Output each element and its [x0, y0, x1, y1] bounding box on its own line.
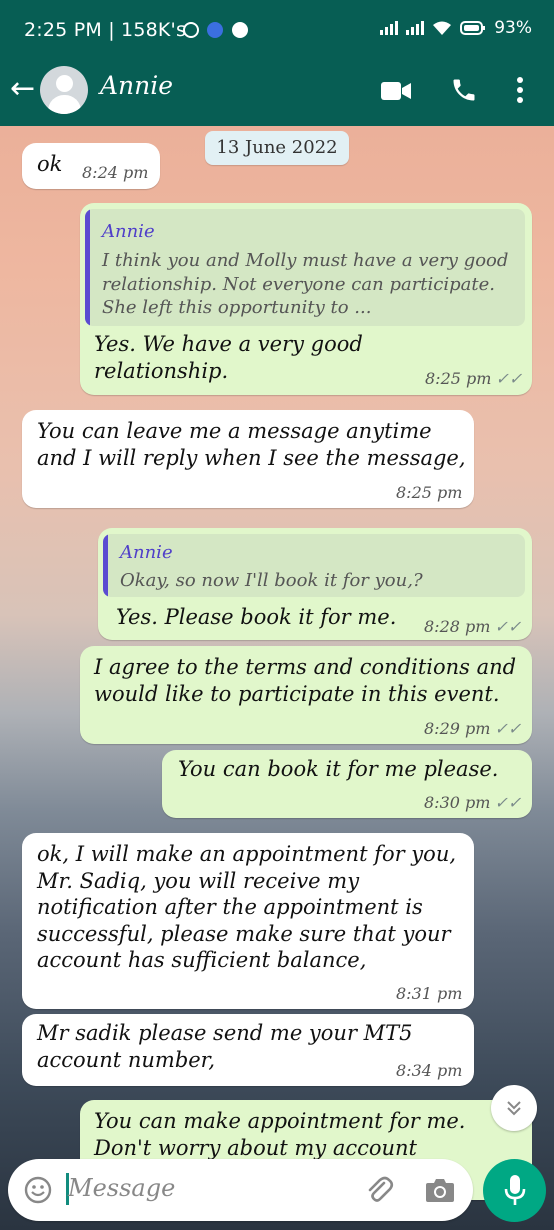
message-input[interactable]: Message [68, 1174, 175, 1202]
double-check-icon: ✓✓ [494, 719, 522, 738]
camera-icon[interactable] [425, 1176, 455, 1203]
status-bar: 2:25 PM | 158K's 93% [0, 0, 554, 62]
message-text: Mr sadik please send me your MT5 account… [37, 1021, 413, 1072]
wifi-icon [433, 21, 452, 35]
message-time: 8:25 pm [396, 483, 463, 502]
signal-icon [406, 21, 425, 35]
message-time: 8:28 pm ✓✓ [424, 617, 522, 636]
mic-icon [504, 1175, 526, 1205]
message-time: 8:30 pm ✓✓ [424, 793, 522, 812]
app-bar: ← Annie [0, 62, 554, 126]
scroll-to-bottom-button[interactable] [491, 1085, 537, 1131]
message-bubble-outgoing[interactable]: I agree to the terms and conditions and … [80, 646, 532, 744]
avatar[interactable] [40, 66, 88, 114]
messenger-icon [232, 22, 248, 38]
double-check-icon: ✓✓ [494, 617, 522, 636]
quoted-sender: Annie [120, 542, 173, 563]
message-text: Yes. Please book it for me. [116, 605, 397, 629]
double-check-icon: ✓✓ [494, 793, 522, 812]
contact-name[interactable]: Annie [100, 71, 173, 100]
message-composer[interactable]: Message [8, 1159, 473, 1221]
message-time: 8:29 pm ✓✓ [424, 719, 522, 738]
message-text: ok [37, 152, 63, 176]
quoted-message[interactable]: Annie Okay, so now I'll book it for you,… [103, 534, 525, 597]
emoji-icon[interactable] [24, 1176, 52, 1204]
message-time: 8:34 pm [396, 1061, 463, 1080]
mic-button[interactable] [483, 1159, 546, 1222]
phone-icon[interactable] [450, 76, 478, 104]
battery-icon [460, 21, 486, 35]
double-chevron-down-icon [507, 1101, 521, 1116]
message-time: 8:24 pm [82, 163, 149, 182]
quoted-text: I think you and Molly must have a very g… [102, 250, 509, 318]
message-time: 8:25 pm ✓✓ [425, 369, 523, 388]
message-icon [207, 22, 223, 38]
status-time: 2:25 PM | 158K's [24, 19, 187, 41]
message-bubble-outgoing[interactable]: Annie Okay, so now I'll book it for you,… [98, 528, 532, 640]
battery-level: 93% [494, 18, 532, 38]
message-bubble-outgoing[interactable]: You can book it for me please. 8:30 pm ✓✓ [162, 750, 532, 818]
message-text: You can make appointment for me. Don't w… [94, 1109, 466, 1160]
message-time: 8:31 pm [396, 984, 463, 1003]
more-vert-icon[interactable] [516, 76, 524, 104]
quoted-sender: Annie [102, 221, 155, 242]
message-text: You can book it for me please. [178, 757, 499, 781]
back-arrow-icon[interactable]: ← [10, 74, 35, 104]
attach-icon[interactable] [364, 1175, 394, 1205]
message-text: Yes. We have a very good relationship. [94, 332, 363, 383]
quoted-text: Okay, so now I'll book it for you,? [120, 570, 423, 591]
message-text: I agree to the terms and conditions and … [94, 655, 517, 706]
date-chip: 13 June 2022 [205, 131, 349, 165]
message-bubble-incoming[interactable]: ok, I will make an appointment for you, … [22, 833, 474, 1009]
message-bubble-incoming[interactable]: You can leave me a message anytime and I… [22, 410, 474, 508]
message-text: You can leave me a message anytime and I… [37, 419, 466, 470]
signal-icon [380, 21, 399, 35]
double-check-icon: ✓✓ [495, 369, 523, 388]
message-bubble-outgoing[interactable]: Annie I think you and Molly must have a … [80, 203, 532, 395]
video-call-icon[interactable] [380, 80, 412, 102]
message-bubble-incoming[interactable]: Mr sadik please send me your MT5 account… [22, 1014, 474, 1086]
quoted-message[interactable]: Annie I think you and Molly must have a … [85, 209, 525, 326]
clock-icon [183, 22, 199, 38]
message-bubble-incoming[interactable]: ok 8:24 pm [22, 143, 160, 189]
message-text: ok, I will make an appointment for you, … [37, 842, 457, 972]
